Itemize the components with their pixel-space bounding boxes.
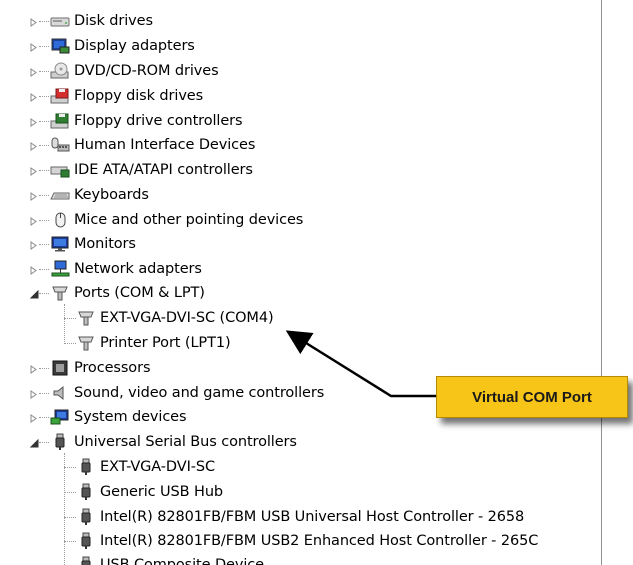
speaker-icon <box>50 383 70 403</box>
usb-plug-icon <box>76 555 96 565</box>
usb-plug-icon <box>50 432 70 452</box>
tree-item-label: Floppy drive controllers <box>74 113 243 129</box>
expand-arrow-icon[interactable] <box>29 191 39 201</box>
tree-line-ports <box>64 304 65 344</box>
tree-item-label: Mice and other pointing devices <box>74 212 304 228</box>
tree-item-label: IDE ATA/ATAPI controllers <box>74 162 253 178</box>
port-connector-icon <box>76 308 96 328</box>
expand-arrow-icon[interactable] <box>29 265 39 275</box>
tree-item-label: USB Composite Device <box>100 557 264 565</box>
tree-item-label: DVD/CD-ROM drives <box>74 63 219 79</box>
collapse-arrow-icon[interactable] <box>29 438 39 448</box>
keyboard-icon <box>50 185 70 205</box>
mouse-icon <box>50 210 70 230</box>
expand-arrow-icon[interactable] <box>29 216 39 226</box>
tree-item-label: Human Interface Devices <box>74 137 256 153</box>
tree-item-label: Processors <box>74 360 151 376</box>
tree-item-label: Universal Serial Bus controllers <box>74 434 297 450</box>
processor-icon <box>50 358 70 378</box>
tree-item-label: Display adapters <box>74 38 195 54</box>
usb-plug-icon <box>76 531 96 551</box>
expand-arrow-icon[interactable] <box>29 389 39 399</box>
floppy-controller-icon <box>50 111 70 131</box>
usb-plug-icon <box>76 457 96 477</box>
dvd-drive-icon <box>50 61 70 81</box>
usb-plug-icon <box>76 482 96 502</box>
tree-item-label: Disk drives <box>74 13 153 29</box>
expand-arrow-icon[interactable] <box>29 67 39 77</box>
expand-arrow-icon[interactable] <box>29 92 39 102</box>
port-connector-icon <box>50 283 70 303</box>
tree-item-label: Monitors <box>74 236 136 252</box>
expand-arrow-icon[interactable] <box>29 364 39 374</box>
collapse-arrow-icon[interactable] <box>29 289 39 299</box>
hid-icon <box>50 135 70 155</box>
device-tree-panel: Disk drives Display adapters DVD/CD-ROM … <box>0 0 602 565</box>
usb-plug-icon <box>76 507 96 527</box>
tree-item-label: EXT-VGA-DVI-SC (COM4) <box>100 310 274 326</box>
tree-item-label: Intel(R) 82801FB/FBM USB2 Enhanced Host … <box>100 533 539 549</box>
disk-drive-icon <box>50 11 70 31</box>
expand-arrow-icon[interactable] <box>29 413 39 423</box>
display-adapter-icon <box>50 36 70 56</box>
tree-item-label: Keyboards <box>74 187 149 203</box>
floppy-disk-icon <box>50 86 70 106</box>
expand-arrow-icon[interactable] <box>29 117 39 127</box>
tree-item-label: Sound, video and game controllers <box>74 385 325 401</box>
callout-box: Virtual COM Port <box>436 376 628 418</box>
expand-arrow-icon[interactable] <box>29 141 39 151</box>
expand-arrow-icon[interactable] <box>29 166 39 176</box>
callout-text: Virtual COM Port <box>472 388 592 406</box>
system-device-icon <box>50 407 70 427</box>
tree-line-usb <box>64 453 65 565</box>
ide-controller-icon <box>50 160 70 180</box>
expand-arrow-icon[interactable] <box>29 240 39 250</box>
tree-item-label: EXT-VGA-DVI-SC <box>100 459 216 475</box>
network-adapter-icon <box>50 259 70 279</box>
expand-arrow-icon[interactable] <box>29 17 39 27</box>
tree-item-label: Intel(R) 82801FB/FBM USB Universal Host … <box>100 509 525 525</box>
expand-arrow-icon[interactable] <box>29 42 39 52</box>
port-connector-icon <box>76 333 96 353</box>
tree-item-label: Ports (COM & LPT) <box>74 285 205 301</box>
tree-item-label: Network adapters <box>74 261 202 277</box>
monitor-icon <box>50 234 70 254</box>
tree-item-label: Floppy disk drives <box>74 88 204 104</box>
tree-item-label: Generic USB Hub <box>100 484 224 500</box>
tree-item-label: System devices <box>74 409 187 425</box>
tree-item-label: Printer Port (LPT1) <box>100 335 231 351</box>
